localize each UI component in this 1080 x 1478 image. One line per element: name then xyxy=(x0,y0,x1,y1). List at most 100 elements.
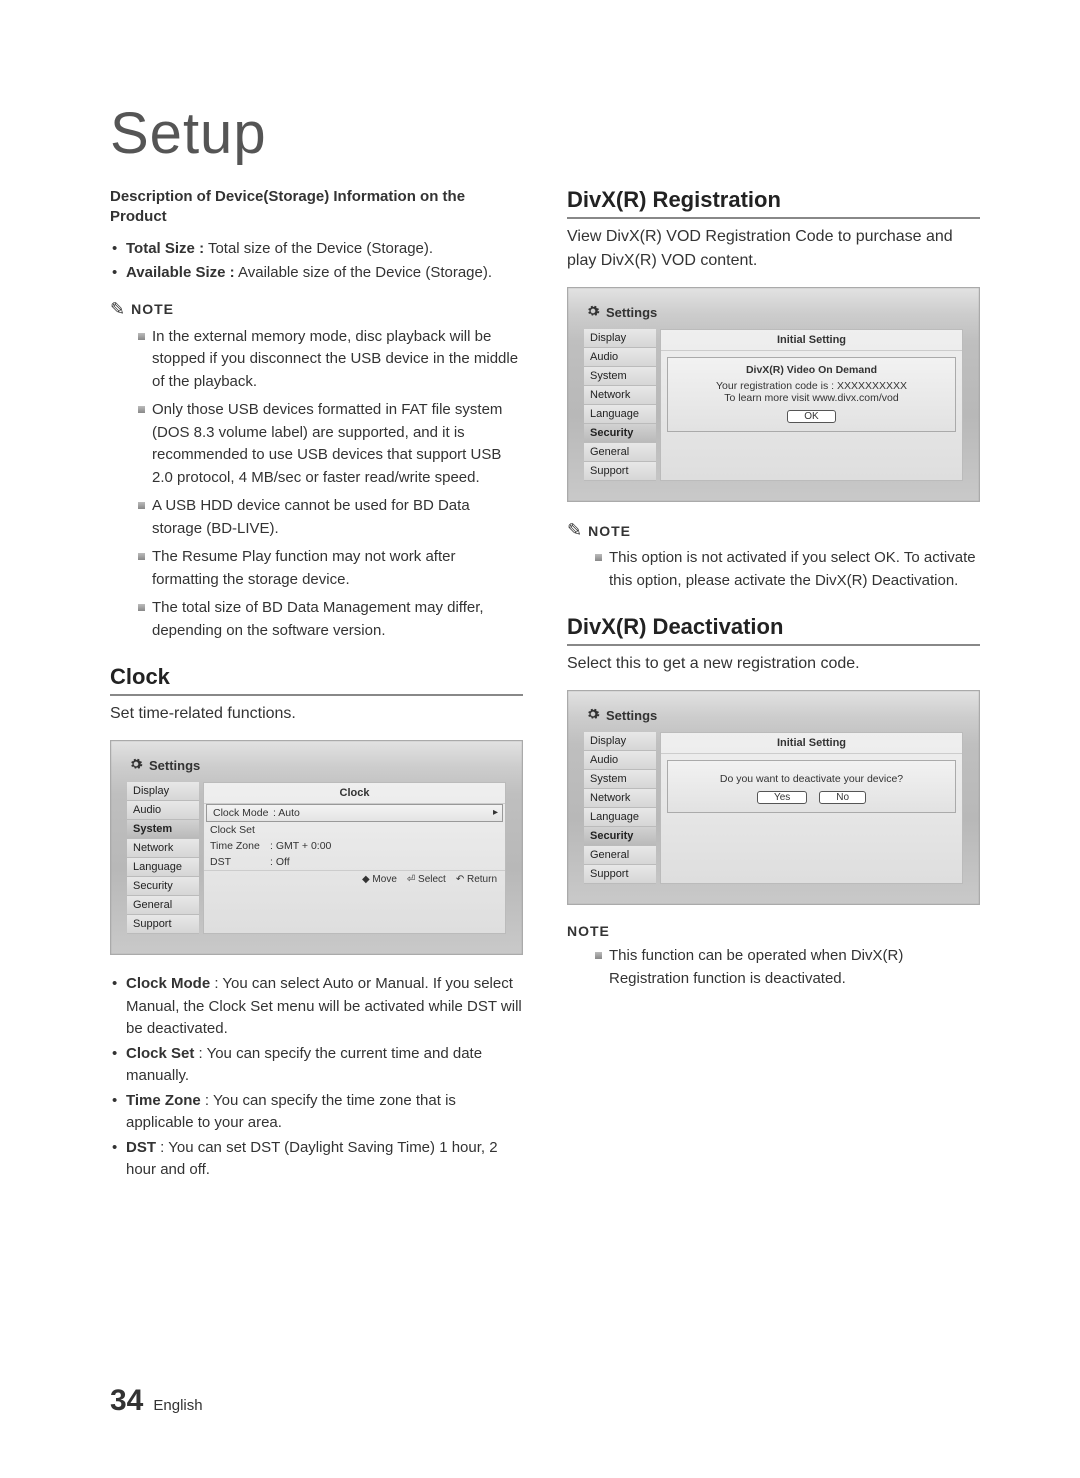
osd-title: Settings xyxy=(606,708,657,723)
time-zone-row[interactable]: Time Zone: GMT + 0:00 xyxy=(204,838,505,854)
note-item: The Resume Play function may not work af… xyxy=(138,546,523,591)
page-number: 34 xyxy=(110,1384,143,1418)
divx-reg-body: View DivX(R) VOD Registration Code to pu… xyxy=(567,225,980,273)
chevron-right-icon: ▸ xyxy=(493,807,498,818)
side-item-selected[interactable]: System xyxy=(127,820,199,839)
dialog-text: Do you want to deactivate your device? xyxy=(676,773,947,785)
note-label: NOTE xyxy=(588,523,631,539)
side-item[interactable]: Support xyxy=(584,462,656,481)
osd-side-menu: Display Audio System Network Language Se… xyxy=(584,329,656,481)
osd-side-menu: Display Audio System Network Language Se… xyxy=(584,732,656,884)
side-item[interactable]: Network xyxy=(584,386,656,405)
panel-title: Clock xyxy=(204,785,505,804)
clock-heading: Clock xyxy=(110,664,523,696)
note-label: NOTE xyxy=(567,923,610,939)
note-heading: ✎ NOTE xyxy=(110,299,523,320)
right-column: DivX(R) Registration View DivX(R) VOD Re… xyxy=(567,187,980,1196)
side-item[interactable]: System xyxy=(584,770,656,789)
osd-title: Settings xyxy=(149,758,200,773)
page-language: English xyxy=(153,1397,202,1414)
side-item[interactable]: Support xyxy=(127,915,199,934)
clock-item: Clock Set : You can specify the current … xyxy=(110,1043,523,1088)
pencil-icon: ✎ xyxy=(110,299,125,320)
note-item: The total size of BD Data Management may… xyxy=(138,597,523,642)
dst-row[interactable]: DST: Off xyxy=(204,854,505,870)
side-item[interactable]: Display xyxy=(127,782,199,801)
note-heading: NOTE xyxy=(567,923,980,939)
panel-title: Initial Setting xyxy=(661,735,962,754)
note-item: This option is not activated if you sele… xyxy=(595,547,980,592)
side-item[interactable]: System xyxy=(584,367,656,386)
dialog-line: Your registration code is : XXXXXXXXXX xyxy=(676,380,947,392)
side-item[interactable]: Language xyxy=(584,405,656,424)
note-item: A USB HDD device cannot be used for BD D… xyxy=(138,495,523,540)
note-item: This function can be operated when DivX(… xyxy=(595,945,980,990)
osd-header: Settings xyxy=(121,751,512,782)
side-item[interactable]: Audio xyxy=(584,348,656,367)
side-item[interactable]: Security xyxy=(127,877,199,896)
divx-reg-dialog: DivX(R) Video On Demand Your registratio… xyxy=(667,357,956,432)
side-item[interactable]: Network xyxy=(127,839,199,858)
side-item[interactable]: Display xyxy=(584,732,656,751)
divx-deact-body: Select this to get a new registration co… xyxy=(567,652,980,676)
storage-item: Available Size : Available size of the D… xyxy=(110,262,523,285)
clock-set-row[interactable]: Clock Set xyxy=(204,822,505,838)
osd-header: Settings xyxy=(578,298,969,329)
select-hint: ⏎ Select xyxy=(407,874,446,885)
storage-item: Total Size : Total size of the Device (S… xyxy=(110,238,523,261)
side-item-selected[interactable]: Security xyxy=(584,827,656,846)
divx-deact-heading: DivX(R) Deactivation xyxy=(567,614,980,646)
page-title: Setup xyxy=(110,100,980,167)
panel-title: Initial Setting xyxy=(661,332,962,351)
side-item-selected[interactable]: Security xyxy=(584,424,656,443)
note-item: Only those USB devices formatted in FAT … xyxy=(138,399,523,489)
storage-list: Total Size : Total size of the Device (S… xyxy=(110,238,523,285)
osd-header: Settings xyxy=(578,701,969,732)
no-button[interactable]: No xyxy=(819,791,866,804)
divx-reg-osd: Settings Display Audio System Network La… xyxy=(567,287,980,502)
dialog-title: DivX(R) Video On Demand xyxy=(676,364,947,376)
osd-panel: Initial Setting Do you want to deactivat… xyxy=(660,732,963,884)
side-item[interactable]: Audio xyxy=(584,751,656,770)
side-item[interactable]: Language xyxy=(584,808,656,827)
note-label: NOTE xyxy=(131,301,174,317)
note-heading: ✎ NOTE xyxy=(567,520,980,541)
clock-items: Clock Mode : You can select Auto or Manu… xyxy=(110,973,523,1182)
clock-item: Clock Mode : You can select Auto or Manu… xyxy=(110,973,523,1041)
osd-side-menu: Display Audio System Network Language Se… xyxy=(127,782,199,934)
side-item[interactable]: General xyxy=(584,443,656,462)
move-hint: ◆ Move xyxy=(362,874,397,885)
side-item[interactable]: General xyxy=(127,896,199,915)
note-list: In the external memory mode, disc playba… xyxy=(110,326,523,643)
left-column: Description of Device(Storage) Informati… xyxy=(110,187,523,1196)
clock-body: Set time-related functions. xyxy=(110,702,523,726)
storage-heading: Description of Device(Storage) Informati… xyxy=(110,187,523,228)
osd-title: Settings xyxy=(606,305,657,320)
side-item[interactable]: Audio xyxy=(127,801,199,820)
clock-item: DST : You can set DST (Daylight Saving T… xyxy=(110,1137,523,1182)
note-item: In the external memory mode, disc playba… xyxy=(138,326,523,394)
side-item[interactable]: Network xyxy=(584,789,656,808)
side-item[interactable]: General xyxy=(584,846,656,865)
gear-icon xyxy=(586,304,600,321)
clock-mode-row[interactable]: Clock Mode: Auto▸ xyxy=(206,804,503,822)
dialog-line: To learn more visit www.divx.com/vod xyxy=(676,392,947,404)
side-item[interactable]: Display xyxy=(584,329,656,348)
side-item[interactable]: Support xyxy=(584,865,656,884)
ok-button[interactable]: OK xyxy=(787,410,835,423)
osd-panel: Clock Clock Mode: Auto▸ Clock Set Time Z… xyxy=(203,782,506,934)
osd-footer: ◆ Move ⏎ Select ↶ Return xyxy=(204,870,505,888)
note-list: This option is not activated if you sele… xyxy=(567,547,980,592)
side-item[interactable]: Language xyxy=(127,858,199,877)
divx-reg-heading: DivX(R) Registration xyxy=(567,187,980,219)
clock-item: Time Zone : You can specify the time zon… xyxy=(110,1090,523,1135)
return-hint: ↶ Return xyxy=(456,874,497,885)
clock-osd: Settings Display Audio System Network La… xyxy=(110,740,523,955)
divx-deact-osd: Settings Display Audio System Network La… xyxy=(567,690,980,905)
gear-icon xyxy=(586,707,600,724)
note-list: This function can be operated when DivX(… xyxy=(567,945,980,990)
yes-button[interactable]: Yes xyxy=(757,791,807,804)
page-footer: 34 English xyxy=(110,1384,203,1418)
osd-panel: Initial Setting DivX(R) Video On Demand … xyxy=(660,329,963,481)
divx-deact-dialog: Do you want to deactivate your device? Y… xyxy=(667,760,956,813)
